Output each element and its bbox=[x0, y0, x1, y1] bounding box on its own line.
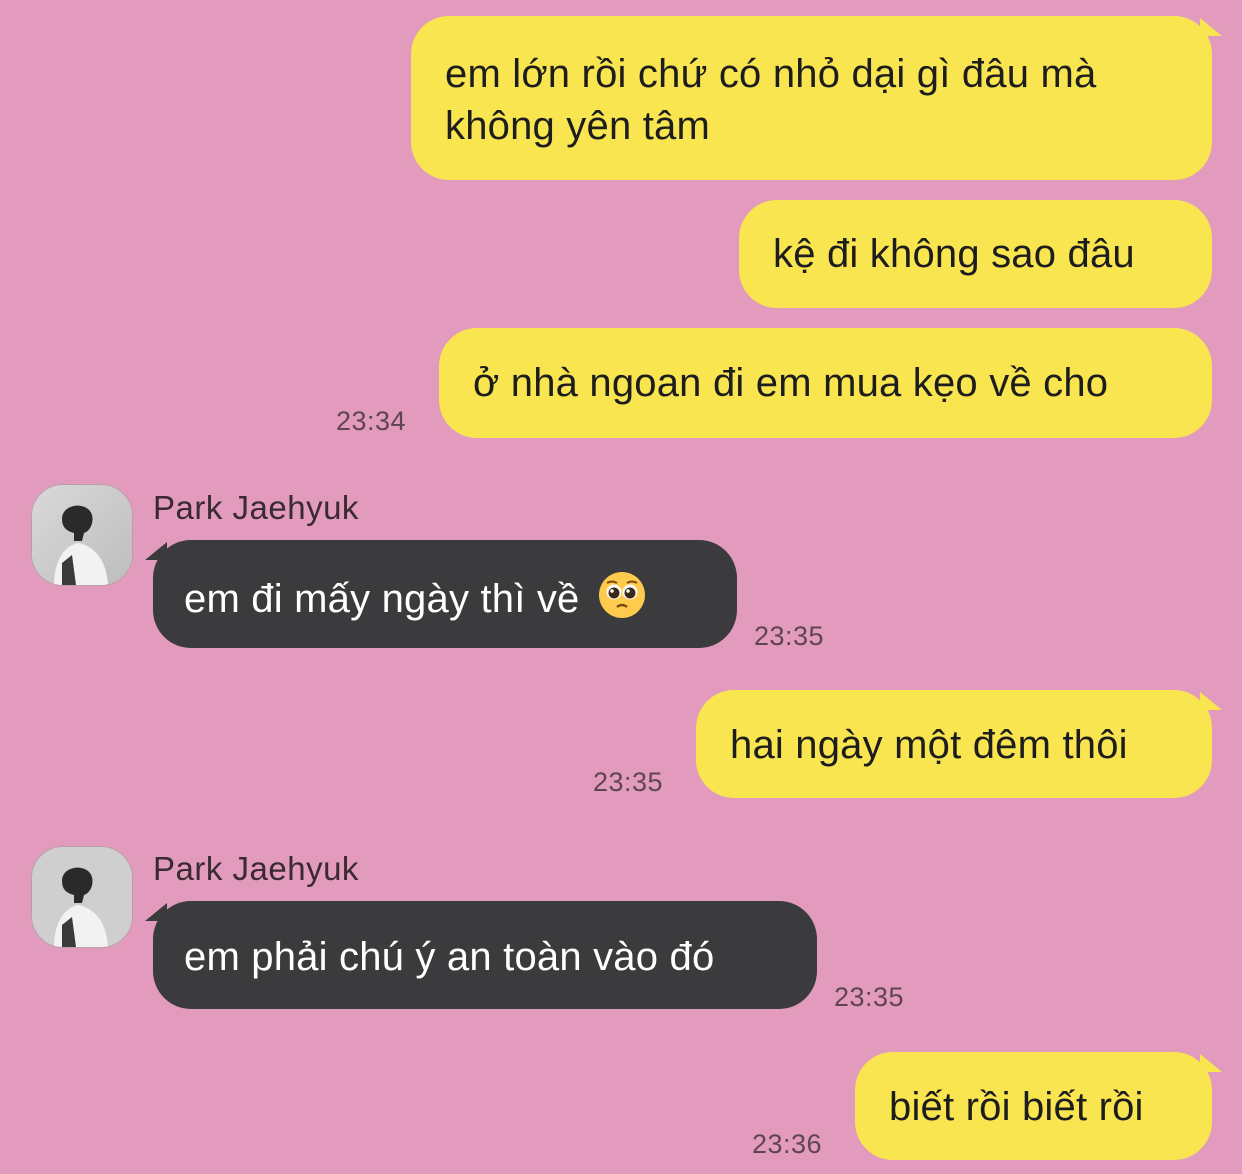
message-text: kệ đi không sao đâu bbox=[773, 232, 1135, 276]
message-timestamp: 23:35 bbox=[593, 767, 664, 797]
message-text: em phải chú ý an toàn vào đó bbox=[184, 935, 715, 979]
message-text-line: không yên tâm bbox=[445, 104, 710, 148]
bubble-tail bbox=[1200, 1054, 1222, 1072]
outgoing-message-bubble[interactable]: em lớn rồi chứ có nhỏ dại gì đâu mà khôn… bbox=[411, 16, 1212, 180]
message-text: hai ngày một đêm thôi bbox=[730, 723, 1128, 767]
sender-name: Park Jaehyuk bbox=[153, 850, 359, 887]
message-timestamp: 23:34 bbox=[336, 406, 407, 436]
profile-photo-icon bbox=[32, 847, 132, 947]
message-text-line: em lớn rồi chứ có nhỏ dại gì đâu mà bbox=[445, 52, 1097, 96]
outgoing-message-bubble[interactable]: ở nhà ngoan đi em mua kẹo về cho bbox=[439, 328, 1212, 438]
outgoing-message-bubble[interactable]: biết rồi biết rồi bbox=[855, 1052, 1212, 1160]
message-timestamp: 23:36 bbox=[752, 1129, 823, 1159]
incoming-message-bubble[interactable]: em phải chú ý an toàn vào đó bbox=[153, 901, 817, 1009]
bubble-tail bbox=[1200, 18, 1222, 36]
profile-photo-icon bbox=[32, 485, 132, 585]
message-text: biết rồi biết rồi bbox=[889, 1085, 1144, 1129]
sender-name: Park Jaehyuk bbox=[153, 489, 359, 526]
outgoing-message-bubble[interactable]: hai ngày một đêm thôi bbox=[696, 690, 1212, 798]
avatar[interactable] bbox=[31, 484, 133, 586]
message-text: em đi mấy ngày thì về bbox=[184, 577, 580, 621]
incoming-message-bubble[interactable]: em đi mấy ngày thì về bbox=[153, 540, 737, 648]
outgoing-message-bubble[interactable]: kệ đi không sao đâu bbox=[739, 200, 1212, 308]
bubble-tail bbox=[1200, 692, 1222, 710]
message-timestamp: 23:35 bbox=[754, 621, 825, 651]
message-timestamp: 23:35 bbox=[834, 982, 905, 1012]
message-text: ở nhà ngoan đi em mua kẹo về cho bbox=[473, 361, 1109, 405]
pleading-face-emoji-icon bbox=[598, 572, 645, 618]
avatar[interactable] bbox=[31, 846, 133, 948]
